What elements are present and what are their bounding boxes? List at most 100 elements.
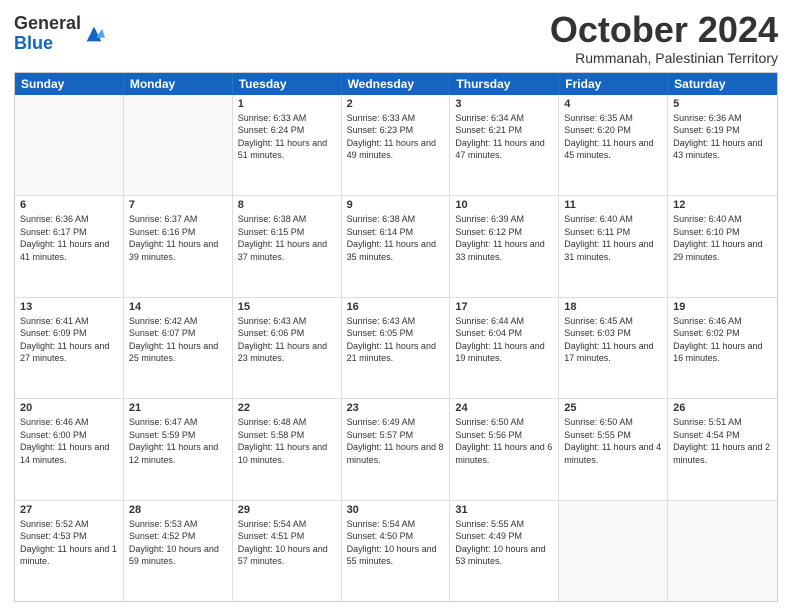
cal-header-thursday: Thursday: [450, 73, 559, 95]
cal-cell: 28 Sunrise: 5:53 AM Sunset: 4:52 PM Dayli…: [124, 501, 233, 601]
cell-info: Sunrise: 6:36 AM Sunset: 6:19 PM Dayligh…: [673, 112, 772, 162]
logo-general: General: [14, 13, 81, 33]
day-number: 23: [347, 402, 445, 414]
title-area: October 2024 Rummanah, Palestinian Terri…: [550, 10, 778, 66]
cell-info: Sunrise: 6:50 AM Sunset: 5:55 PM Dayligh…: [564, 416, 662, 466]
calendar-header-row: SundayMondayTuesdayWednesdayThursdayFrid…: [15, 73, 777, 95]
cal-cell: 7 Sunrise: 6:37 AM Sunset: 6:16 PM Daylig…: [124, 196, 233, 296]
cell-info: Sunrise: 6:39 AM Sunset: 6:12 PM Dayligh…: [455, 213, 553, 263]
cell-info: Sunrise: 6:38 AM Sunset: 6:15 PM Dayligh…: [238, 213, 336, 263]
cell-info: Sunrise: 5:53 AM Sunset: 4:52 PM Dayligh…: [129, 518, 227, 568]
logo-icon: [83, 23, 105, 45]
cell-info: Sunrise: 6:45 AM Sunset: 6:03 PM Dayligh…: [564, 315, 662, 365]
day-number: 16: [347, 301, 445, 313]
day-number: 22: [238, 402, 336, 414]
cal-week-5: 27 Sunrise: 5:52 AM Sunset: 4:53 PM Dayli…: [15, 501, 777, 601]
cell-info: Sunrise: 6:33 AM Sunset: 6:23 PM Dayligh…: [347, 112, 445, 162]
cal-cell: 8 Sunrise: 6:38 AM Sunset: 6:15 PM Daylig…: [233, 196, 342, 296]
cell-info: Sunrise: 6:46 AM Sunset: 6:00 PM Dayligh…: [20, 416, 118, 466]
cal-cell: 2 Sunrise: 6:33 AM Sunset: 6:23 PM Daylig…: [342, 95, 451, 195]
cal-cell: 4Sunrise: 6:35 AM Sunset: 6:20 PM Daylig…: [559, 95, 668, 195]
cell-info: Sunrise: 6:33 AM Sunset: 6:24 PM Dayligh…: [238, 112, 336, 162]
day-number: 7: [129, 199, 227, 211]
cal-cell: 14Sunrise: 6:42 AM Sunset: 6:07 PM Dayli…: [124, 298, 233, 398]
cal-header-monday: Monday: [124, 73, 233, 95]
cal-cell: 15Sunrise: 6:43 AM Sunset: 6:06 PM Dayli…: [233, 298, 342, 398]
logo-blue: Blue: [14, 33, 53, 53]
cal-cell: [124, 95, 233, 195]
day-number: 9: [347, 199, 445, 211]
cal-cell: 19 Sunrise: 6:46 AM Sunset: 6:02 PM Dayli…: [668, 298, 777, 398]
month-title: October 2024: [550, 10, 778, 50]
cal-week-1: 1 Sunrise: 6:33 AM Sunset: 6:24 PM Daylig…: [15, 95, 777, 196]
day-number: 15: [238, 301, 336, 313]
cal-cell: 25 Sunrise: 6:50 AM Sunset: 5:55 PM Dayli…: [559, 399, 668, 499]
cell-info: Sunrise: 6:36 AM Sunset: 6:17 PM Dayligh…: [20, 213, 118, 263]
cal-cell: 26 Sunrise: 5:51 AM Sunset: 4:54 PM Dayli…: [668, 399, 777, 499]
cell-info: Sunrise: 6:46 AM Sunset: 6:02 PM Dayligh…: [673, 315, 772, 365]
cal-cell: [668, 501, 777, 601]
cal-cell: 18 Sunrise: 6:45 AM Sunset: 6:03 PM Dayli…: [559, 298, 668, 398]
day-number: 30: [347, 504, 445, 516]
logo: General Blue: [14, 14, 105, 54]
cal-cell: 5 Sunrise: 6:36 AM Sunset: 6:19 PM Daylig…: [668, 95, 777, 195]
cell-info: Sunrise: 5:54 AM Sunset: 4:51 PM Dayligh…: [238, 518, 336, 568]
cal-cell: 20Sunrise: 6:46 AM Sunset: 6:00 PM Dayli…: [15, 399, 124, 499]
day-number: 2: [347, 98, 445, 110]
cell-info: Sunrise: 6:43 AM Sunset: 6:05 PM Dayligh…: [347, 315, 445, 365]
cal-cell: 16 Sunrise: 6:43 AM Sunset: 6:05 PM Dayli…: [342, 298, 451, 398]
location-subtitle: Rummanah, Palestinian Territory: [550, 50, 778, 66]
day-number: 6: [20, 199, 118, 211]
day-number: 1: [238, 98, 336, 110]
cell-info: Sunrise: 5:52 AM Sunset: 4:53 PM Dayligh…: [20, 518, 118, 568]
cell-info: Sunrise: 5:51 AM Sunset: 4:54 PM Dayligh…: [673, 416, 772, 466]
cal-cell: 1 Sunrise: 6:33 AM Sunset: 6:24 PM Daylig…: [233, 95, 342, 195]
cell-info: Sunrise: 6:49 AM Sunset: 5:57 PM Dayligh…: [347, 416, 445, 466]
cell-info: Sunrise: 6:34 AM Sunset: 6:21 PM Dayligh…: [455, 112, 553, 162]
cal-cell: 27 Sunrise: 5:52 AM Sunset: 4:53 PM Dayli…: [15, 501, 124, 601]
day-number: 26: [673, 402, 772, 414]
cal-cell: 10Sunrise: 6:39 AM Sunset: 6:12 PM Dayli…: [450, 196, 559, 296]
cell-info: Sunrise: 6:37 AM Sunset: 6:16 PM Dayligh…: [129, 213, 227, 263]
cal-cell: [559, 501, 668, 601]
day-number: 8: [238, 199, 336, 211]
cell-info: Sunrise: 6:50 AM Sunset: 5:56 PM Dayligh…: [455, 416, 553, 466]
day-number: 11: [564, 199, 662, 211]
day-number: 21: [129, 402, 227, 414]
cal-week-4: 20Sunrise: 6:46 AM Sunset: 6:00 PM Dayli…: [15, 399, 777, 500]
cell-info: Sunrise: 6:40 AM Sunset: 6:10 PM Dayligh…: [673, 213, 772, 263]
cell-info: Sunrise: 6:40 AM Sunset: 6:11 PM Dayligh…: [564, 213, 662, 263]
cell-info: Sunrise: 6:47 AM Sunset: 5:59 PM Dayligh…: [129, 416, 227, 466]
day-number: 29: [238, 504, 336, 516]
cal-cell: [15, 95, 124, 195]
day-number: 18: [564, 301, 662, 313]
cal-cell: 9 Sunrise: 6:38 AM Sunset: 6:14 PM Daylig…: [342, 196, 451, 296]
calendar-body: 1 Sunrise: 6:33 AM Sunset: 6:24 PM Daylig…: [15, 95, 777, 601]
page-header: General Blue October 2024 Rummanah, Pale…: [14, 10, 778, 66]
day-number: 17: [455, 301, 553, 313]
cal-cell: 13Sunrise: 6:41 AM Sunset: 6:09 PM Dayli…: [15, 298, 124, 398]
cal-cell: 12Sunrise: 6:40 AM Sunset: 6:10 PM Dayli…: [668, 196, 777, 296]
cell-info: Sunrise: 6:41 AM Sunset: 6:09 PM Dayligh…: [20, 315, 118, 365]
cal-header-friday: Friday: [559, 73, 668, 95]
day-number: 4: [564, 98, 662, 110]
cal-header-wednesday: Wednesday: [342, 73, 451, 95]
calendar: SundayMondayTuesdayWednesdayThursdayFrid…: [14, 72, 778, 602]
day-number: 27: [20, 504, 118, 516]
cal-cell: 22 Sunrise: 6:48 AM Sunset: 5:58 PM Dayli…: [233, 399, 342, 499]
day-number: 24: [455, 402, 553, 414]
cal-week-2: 6 Sunrise: 6:36 AM Sunset: 6:17 PM Daylig…: [15, 196, 777, 297]
cal-cell: 24 Sunrise: 6:50 AM Sunset: 5:56 PM Dayli…: [450, 399, 559, 499]
day-number: 25: [564, 402, 662, 414]
cal-cell: 31Sunrise: 5:55 AM Sunset: 4:49 PM Dayli…: [450, 501, 559, 601]
day-number: 31: [455, 504, 553, 516]
cell-info: Sunrise: 6:38 AM Sunset: 6:14 PM Dayligh…: [347, 213, 445, 263]
cell-info: Sunrise: 6:48 AM Sunset: 5:58 PM Dayligh…: [238, 416, 336, 466]
day-number: 19: [673, 301, 772, 313]
cal-cell: 17Sunrise: 6:44 AM Sunset: 6:04 PM Dayli…: [450, 298, 559, 398]
cal-cell: 11 Sunrise: 6:40 AM Sunset: 6:11 PM Dayli…: [559, 196, 668, 296]
day-number: 28: [129, 504, 227, 516]
cal-cell: 3Sunrise: 6:34 AM Sunset: 6:21 PM Daylig…: [450, 95, 559, 195]
day-number: 14: [129, 301, 227, 313]
day-number: 5: [673, 98, 772, 110]
